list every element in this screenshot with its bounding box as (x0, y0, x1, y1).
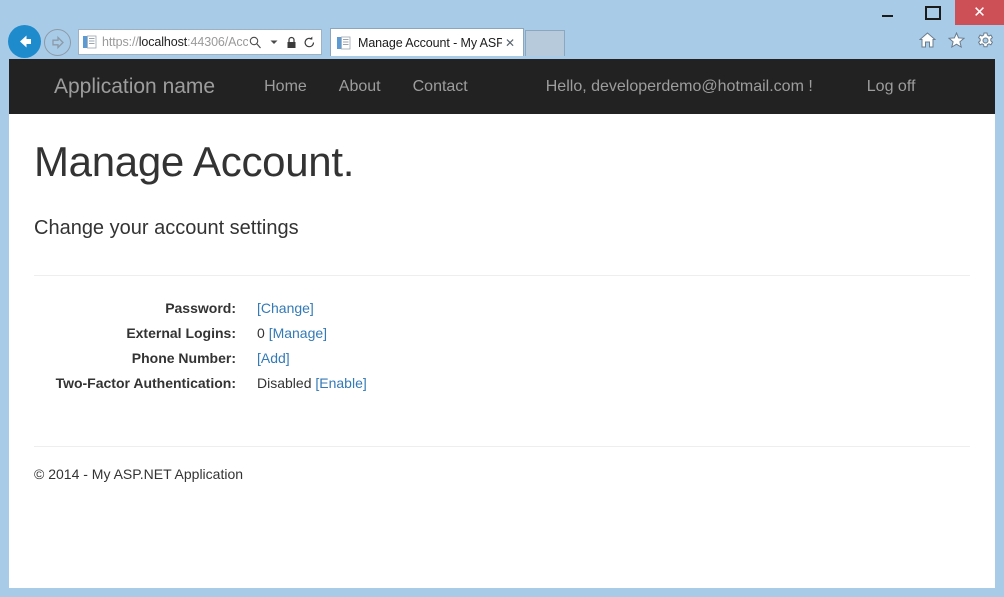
label-phone-number: Phone Number: (34, 346, 236, 371)
browser-tab[interactable]: Manage Account - My ASP.... ✕ (330, 28, 524, 56)
site-navbar: Application name Home About Contact Hell… (9, 59, 995, 114)
page-document-icon (82, 34, 98, 50)
change-password-link[interactable]: [Change] (257, 300, 314, 316)
value-password: [Change] (257, 296, 314, 321)
close-icon: ✕ (973, 5, 986, 20)
url-text: https://localhost:44306/Acc (102, 35, 248, 49)
nav-link-about[interactable]: About (323, 79, 397, 95)
label-external-logins: External Logins: (34, 321, 236, 346)
settings-row-external-logins: External Logins: 0 [Manage] (34, 321, 970, 346)
account-settings-list: Password: [Change] External Logins: 0 [M… (34, 296, 970, 396)
settings-row-password: Password: [Change] (34, 296, 970, 321)
url-scheme: https:// (102, 35, 139, 49)
nav-link-contact[interactable]: Contact (397, 79, 484, 95)
window-controls: ✕ (865, 0, 1004, 25)
back-arrow-icon (15, 32, 34, 51)
window-titlebar: ✕ (0, 0, 1004, 25)
url-host: localhost (139, 35, 187, 49)
tab-favicon-icon (336, 35, 352, 51)
label-password: Password: (34, 296, 236, 321)
content-divider (34, 275, 970, 276)
browser-window: ✕ https://localhost:44306/Acc (0, 0, 1004, 597)
lock-icon (284, 34, 299, 50)
settings-gear-icon[interactable] (976, 31, 994, 49)
log-off-link[interactable]: Log off (867, 79, 916, 95)
browser-toolbar-icons (918, 31, 994, 49)
refresh-icon[interactable] (302, 34, 317, 50)
browser-toolbar: https://localhost:44306/Acc (0, 25, 1004, 59)
page-viewport: Application name Home About Contact Hell… (9, 59, 995, 588)
enable-two-factor-link[interactable]: [Enable] (315, 375, 366, 391)
tab-title: Manage Account - My ASP.... (358, 36, 502, 50)
label-two-factor-authentication: Two-Factor Authentication: (34, 371, 236, 396)
navbar-brand[interactable]: Application name (54, 76, 215, 97)
home-icon[interactable] (918, 31, 936, 49)
tab-close-icon[interactable]: ✕ (502, 35, 518, 51)
forward-button[interactable] (44, 29, 71, 56)
address-bar[interactable]: https://localhost:44306/Acc (78, 29, 322, 55)
settings-row-phone-number: Phone Number: [Add] (34, 346, 970, 371)
maximize-button[interactable] (910, 0, 955, 25)
navbar-user-area: Hello, developerdemo@hotmail.com ! Log o… (546, 79, 916, 95)
external-logins-count: 0 (257, 325, 265, 341)
navbar-links: Home About Contact (248, 79, 484, 95)
address-bar-icons (248, 34, 317, 50)
forward-arrow-icon (50, 35, 65, 50)
value-two-factor-authentication: Disabled [Enable] (257, 371, 367, 396)
page-subtitle: Change your account settings (34, 217, 970, 239)
new-tab-button[interactable] (525, 30, 565, 56)
favorites-star-icon[interactable] (947, 31, 965, 49)
nav-link-home[interactable]: Home (248, 79, 323, 95)
url-path: :44306/Acc (187, 35, 248, 49)
minimize-button[interactable] (865, 0, 910, 25)
page-title: Manage Account. (34, 139, 970, 185)
close-button[interactable]: ✕ (955, 0, 1004, 25)
footer-copyright: © 2014 - My ASP.NET Application (34, 466, 970, 482)
add-phone-number-link[interactable]: [Add] (257, 350, 290, 366)
search-icon[interactable] (248, 34, 263, 50)
minimize-icon (882, 15, 893, 17)
user-greeting-link[interactable]: Hello, developerdemo@hotmail.com ! (546, 79, 813, 95)
maximize-icon (925, 6, 941, 20)
manage-external-logins-link[interactable]: [Manage] (269, 325, 327, 341)
value-phone-number: [Add] (257, 346, 290, 371)
settings-row-two-factor: Two-Factor Authentication: Disabled [Ena… (34, 371, 970, 396)
footer-divider (34, 446, 970, 447)
page-container: Manage Account. Change your account sett… (9, 139, 995, 482)
back-button[interactable] (8, 25, 41, 58)
chevron-down-icon[interactable] (266, 34, 281, 50)
value-external-logins: 0 [Manage] (257, 321, 327, 346)
two-factor-status: Disabled (257, 375, 311, 391)
